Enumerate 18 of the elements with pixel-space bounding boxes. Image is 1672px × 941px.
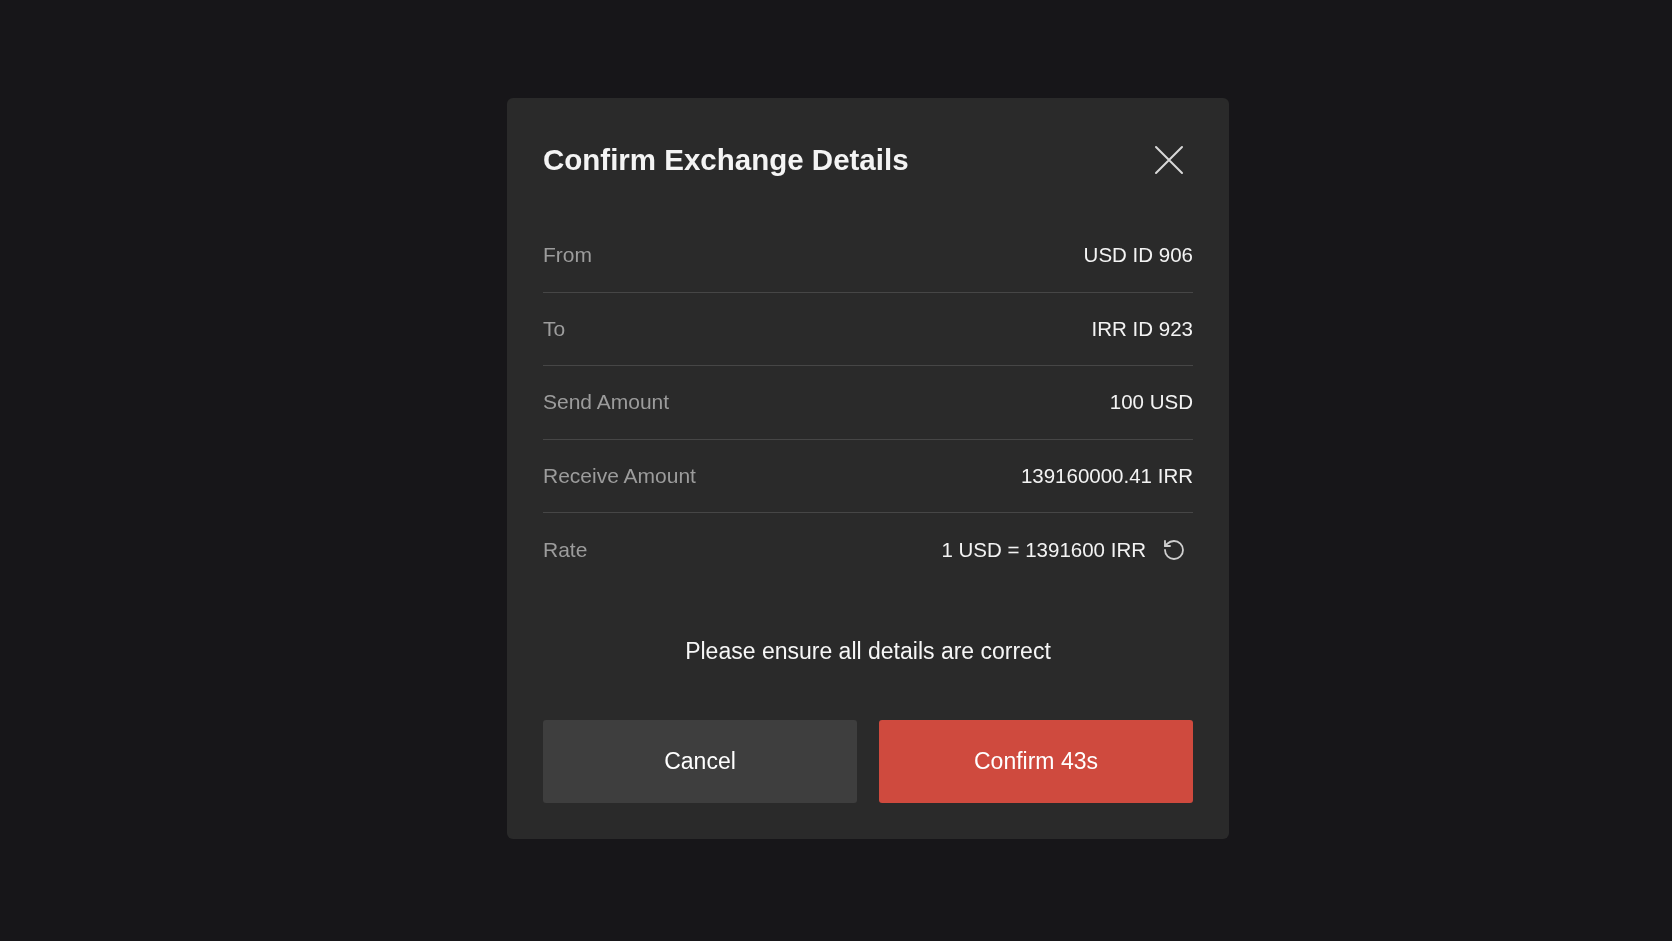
dialog-title: Confirm Exchange Details [543, 142, 909, 178]
detail-label: Send Amount [543, 389, 670, 416]
refresh-icon [1162, 537, 1186, 562]
close-button[interactable] [1154, 145, 1184, 175]
cancel-button[interactable]: Cancel [543, 719, 857, 803]
detail-value: 100 USD [1109, 389, 1193, 416]
detail-label: To [543, 315, 566, 342]
notice-text: Please ensure all details are correct [684, 636, 1052, 666]
detail-label: Receive Amount [543, 462, 696, 489]
detail-value: 139160000.41 IRR [1020, 462, 1193, 489]
detail-label: From [543, 242, 592, 269]
detail-value: 1 USD = 1391600 IRR [941, 536, 1146, 563]
close-icon [1154, 145, 1184, 175]
confirm-button[interactable]: Confirm 43s [879, 719, 1193, 803]
detail-value: USD ID 906 [1083, 242, 1193, 269]
detail-value: IRR ID 923 [1091, 315, 1193, 342]
refresh-button[interactable] [1162, 537, 1186, 562]
detail-label: Rate [543, 536, 588, 563]
